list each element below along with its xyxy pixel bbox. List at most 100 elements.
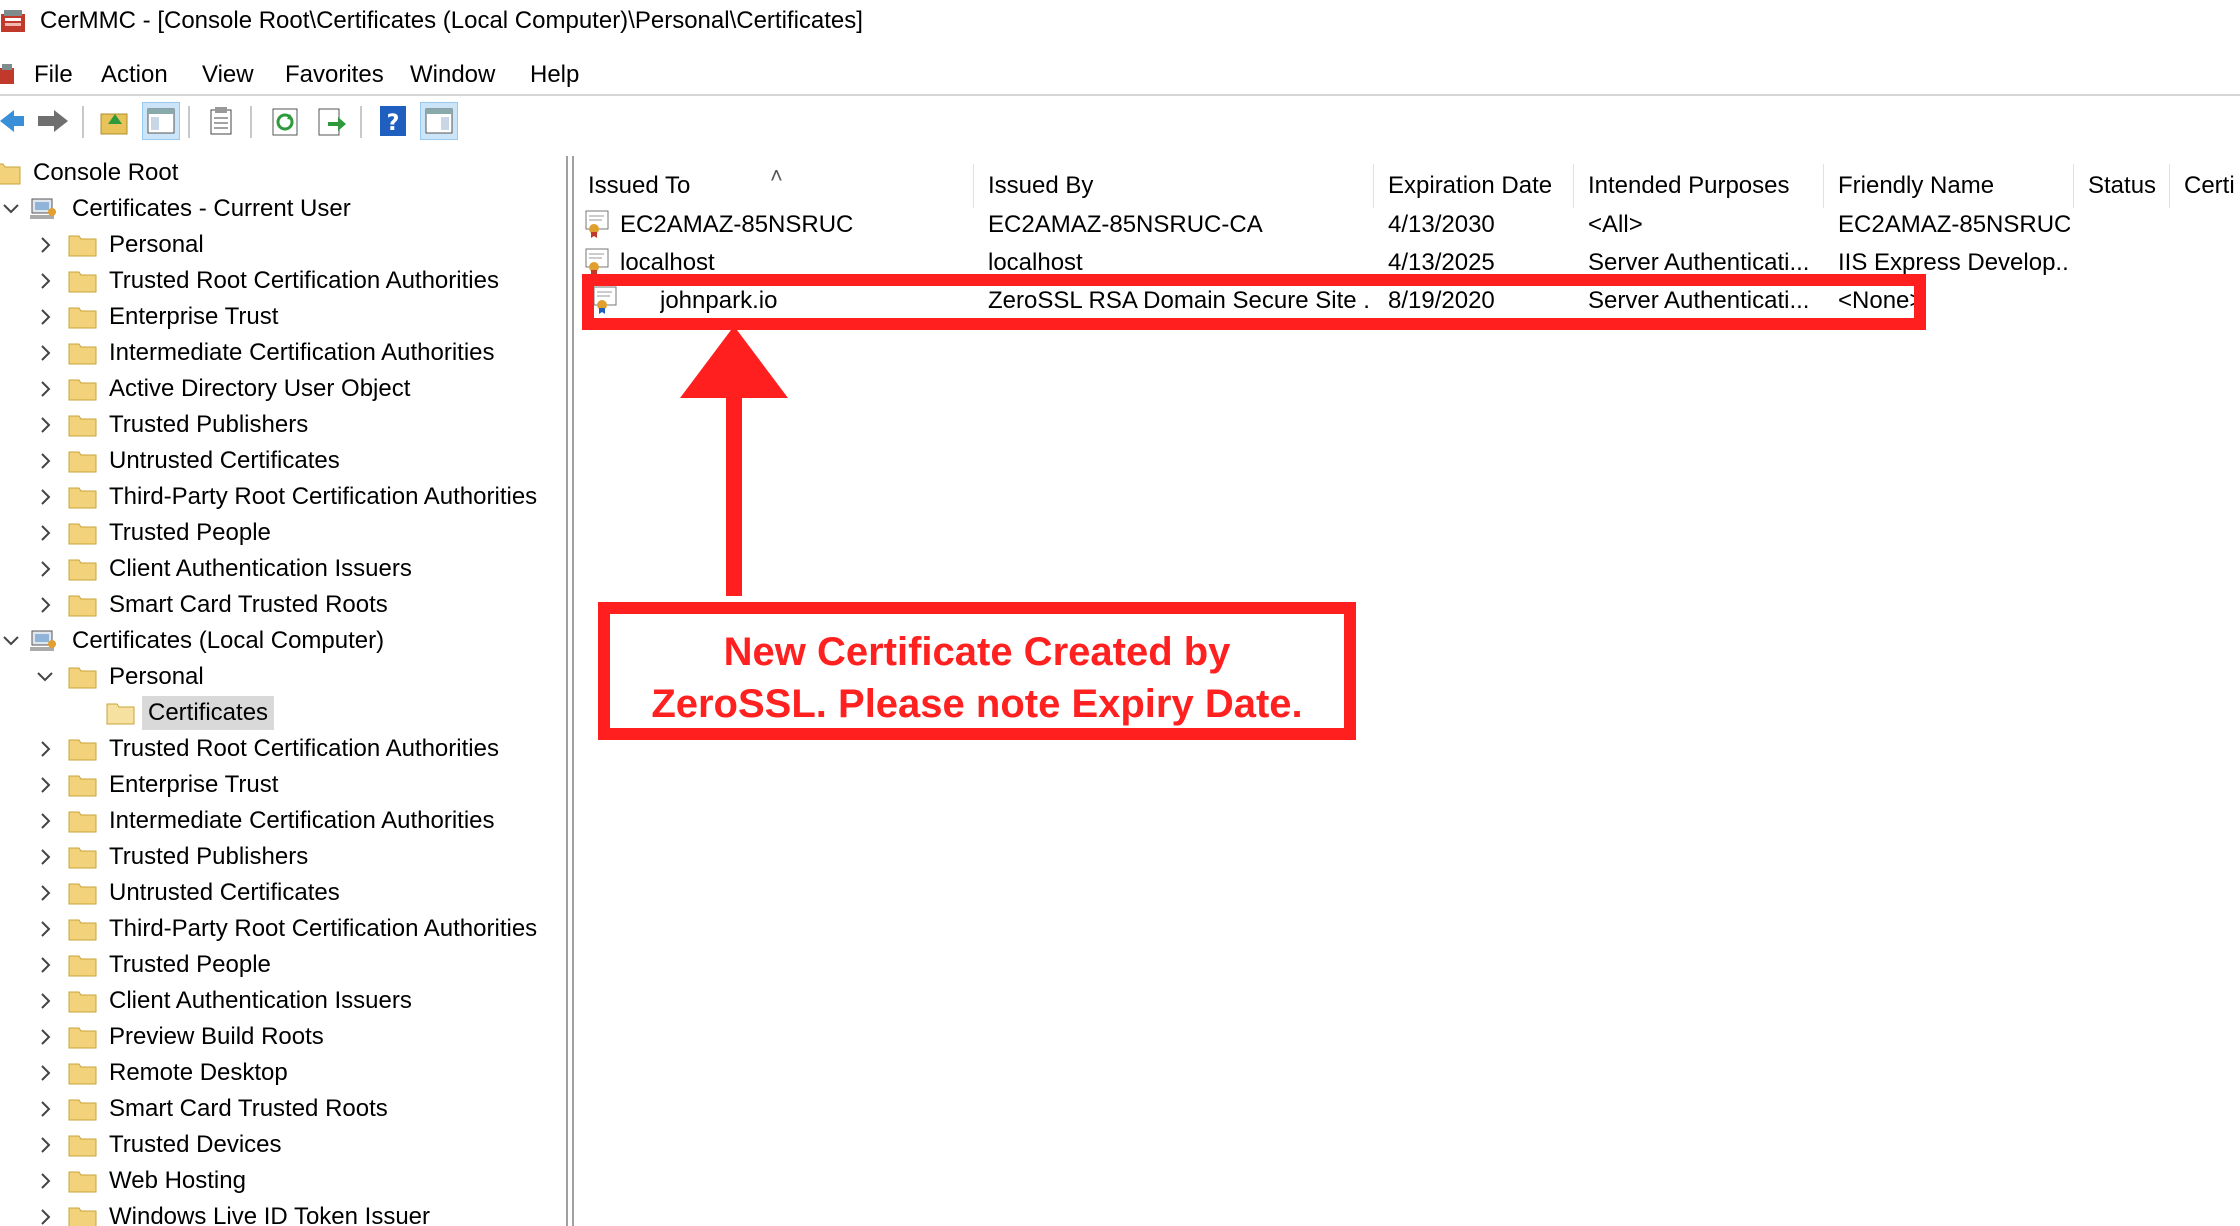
folder-icon	[68, 304, 98, 330]
certificate-icon	[584, 246, 616, 276]
folder-icon	[68, 1204, 98, 1226]
chevron-right-icon[interactable]	[34, 1026, 56, 1048]
chevron-right-icon[interactable]	[34, 414, 56, 436]
forward-arrow-icon[interactable]	[34, 102, 72, 140]
chevron-down-icon[interactable]	[34, 666, 56, 688]
toolbar: ?	[0, 98, 2240, 148]
tree-item-active-directory-user-object[interactable]: Active Directory User Object	[0, 372, 560, 406]
chevron-right-icon[interactable]	[34, 558, 56, 580]
tree-item-trusted-people[interactable]: Trusted People	[0, 948, 560, 982]
console-tree-pane[interactable]: Console Root Certificates - Current User…	[0, 156, 568, 1226]
chevron-down-icon[interactable]	[0, 198, 22, 220]
menu-file[interactable]: File	[34, 58, 73, 92]
tree-item-trusted-people[interactable]: Trusted People	[0, 516, 560, 550]
tree-item-certificates-current-user[interactable]: Certificates - Current User	[0, 192, 560, 226]
menu-window[interactable]: Window	[410, 58, 495, 92]
column-header-expiration-date[interactable]: Expiration Date	[1374, 164, 1574, 208]
chevron-right-icon[interactable]	[34, 1062, 56, 1084]
chevron-down-icon[interactable]	[0, 630, 22, 652]
toolbar-separator	[188, 106, 190, 138]
column-header-issued-by[interactable]: Issued By	[974, 164, 1374, 208]
tree-item-trusted-devices[interactable]: Trusted Devices	[0, 1128, 560, 1162]
column-header-friendly-name[interactable]: Friendly Name	[1824, 164, 2074, 208]
tree-item-third-party-root-certification-authorities[interactable]: Third-Party Root Certification Authoriti…	[0, 912, 560, 946]
menu-favorites[interactable]: Favorites	[285, 58, 384, 92]
action-pane-icon[interactable]	[420, 102, 458, 140]
folder-icon	[68, 1096, 98, 1122]
refresh-icon[interactable]	[266, 102, 304, 140]
tree-item-enterprise-trust[interactable]: Enterprise Trust	[0, 768, 560, 802]
toolbar-separator	[250, 106, 252, 138]
chevron-right-icon[interactable]	[34, 1098, 56, 1120]
tree-item-preview-build-roots[interactable]: Preview Build Roots	[0, 1020, 560, 1054]
back-arrow-icon[interactable]	[0, 102, 26, 140]
chevron-right-icon[interactable]	[34, 1170, 56, 1192]
tree-item-client-authentication-issuers[interactable]: Client Authentication Issuers	[0, 552, 560, 586]
folder-icon	[68, 376, 98, 402]
tree-item-untrusted-certificates[interactable]: Untrusted Certificates	[0, 444, 560, 478]
tree-item-intermediate-certification-authorities[interactable]: Intermediate Certification Authorities	[0, 804, 560, 838]
export-list-icon[interactable]	[312, 102, 350, 140]
tree-item-intermediate-certification-authorities[interactable]: Intermediate Certification Authorities	[0, 336, 560, 370]
tree-item-remote-desktop[interactable]: Remote Desktop	[0, 1056, 560, 1090]
properties-icon[interactable]	[202, 102, 240, 140]
chevron-right-icon[interactable]	[34, 990, 56, 1012]
tree-item-certificates-local-computer[interactable]: Certificates (Local Computer)	[0, 624, 560, 658]
chevron-right-icon[interactable]	[34, 594, 56, 616]
tree-item-console-root[interactable]: Console Root	[0, 156, 560, 190]
tree-item-trusted-root-certification-authorities[interactable]: Trusted Root Certification Authorities	[0, 264, 560, 298]
folder-icon	[68, 592, 98, 618]
tree-item-windows-live-id-token-issuer[interactable]: Windows Live ID Token Issuer	[0, 1200, 560, 1226]
chevron-right-icon[interactable]	[34, 1134, 56, 1156]
folder-icon	[0, 160, 22, 186]
tree-item-personal[interactable]: Personal	[0, 228, 560, 262]
folder-icon	[68, 1024, 98, 1050]
tree-item-client-authentication-issuers[interactable]: Client Authentication Issuers	[0, 984, 560, 1018]
chevron-right-icon[interactable]	[34, 522, 56, 544]
menu-help[interactable]: Help	[530, 58, 579, 92]
chevron-right-icon[interactable]	[34, 342, 56, 364]
tree-item-smart-card-trusted-roots[interactable]: Smart Card Trusted Roots	[0, 588, 560, 622]
folder-icon	[68, 916, 98, 942]
chevron-right-icon[interactable]	[34, 846, 56, 868]
chevron-right-icon[interactable]	[34, 954, 56, 976]
chevron-right-icon[interactable]	[34, 774, 56, 796]
tree-item-smart-card-trusted-roots[interactable]: Smart Card Trusted Roots	[0, 1092, 560, 1126]
chevron-right-icon[interactable]	[34, 486, 56, 508]
chevron-right-icon[interactable]	[34, 738, 56, 760]
folder-open-icon	[106, 700, 136, 726]
chevron-right-icon[interactable]	[34, 918, 56, 940]
tree-item-local-personal[interactable]: Personal	[0, 660, 560, 694]
mmc-app-icon[interactable]	[0, 8, 30, 36]
tree-item-trusted-publishers[interactable]: Trusted Publishers	[0, 408, 560, 442]
tree-item-untrusted-certificates[interactable]: Untrusted Certificates	[0, 876, 560, 910]
show-hide-tree-icon[interactable]	[142, 102, 180, 140]
up-folder-icon[interactable]	[96, 102, 134, 140]
tree-item-third-party-root-certification-authorities[interactable]: Third-Party Root Certification Authoriti…	[0, 480, 560, 514]
folder-icon	[68, 268, 98, 294]
chevron-right-icon[interactable]	[34, 882, 56, 904]
chevron-right-icon[interactable]	[34, 810, 56, 832]
chevron-right-icon[interactable]	[34, 378, 56, 400]
column-header-intended-purposes[interactable]: Intended Purposes	[1574, 164, 1824, 208]
tree-item-enterprise-trust[interactable]: Enterprise Trust	[0, 300, 560, 334]
column-header-status[interactable]: Status	[2074, 164, 2170, 208]
menu-action[interactable]: Action	[101, 58, 168, 92]
chevron-right-icon[interactable]	[34, 234, 56, 256]
chevron-right-icon[interactable]	[34, 450, 56, 472]
system-menu-icon[interactable]	[0, 62, 16, 88]
chevron-right-icon[interactable]	[34, 1206, 56, 1226]
tree-item-local-personal-certificates[interactable]: Certificates	[0, 696, 560, 730]
help-icon[interactable]: ?	[374, 102, 412, 140]
cell-expiration-date: 4/13/2030	[1388, 211, 1495, 238]
sort-ascending-icon: ˄	[770, 163, 783, 188]
chevron-right-icon[interactable]	[34, 270, 56, 292]
tree-item-web-hosting[interactable]: Web Hosting	[0, 1164, 560, 1198]
column-header-certificate-template[interactable]: Certi	[2170, 164, 2240, 208]
tree-item-trusted-publishers[interactable]: Trusted Publishers	[0, 840, 560, 874]
column-header-issued-to[interactable]: Issued To ˄	[574, 163, 974, 208]
tree-item-trusted-root-certification-authorities[interactable]: Trusted Root Certification Authorities	[0, 732, 560, 766]
folder-icon	[68, 880, 98, 906]
chevron-right-icon[interactable]	[34, 306, 56, 328]
menu-view[interactable]: View	[202, 58, 254, 92]
